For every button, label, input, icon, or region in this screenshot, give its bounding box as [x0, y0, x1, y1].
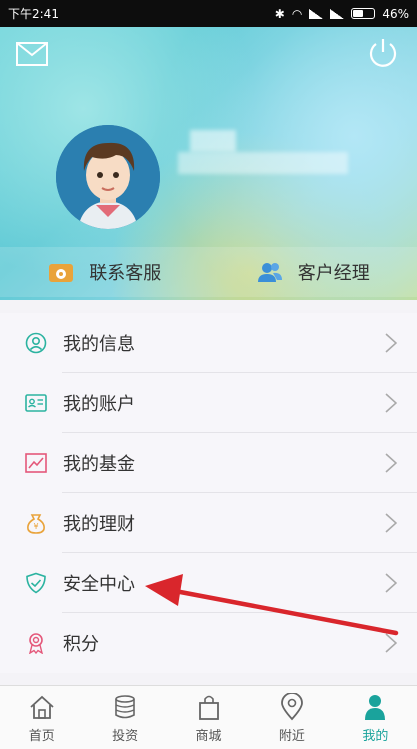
shield-check-icon	[25, 572, 47, 594]
chevron-right-icon	[385, 513, 397, 533]
wifi-icon: ◠	[292, 7, 302, 21]
person-icon	[361, 693, 389, 721]
tab-label: 商城	[196, 725, 222, 744]
menu-item-security-center[interactable]: 安全中心	[0, 553, 417, 613]
profile-header: 联系客服 客户经理	[0, 27, 417, 300]
chevron-right-icon	[385, 453, 397, 473]
money-bag-icon: ¥	[25, 512, 47, 534]
contact-service-label: 联系客服	[89, 259, 161, 285]
power-icon[interactable]	[367, 37, 399, 69]
shopping-bag-icon	[195, 693, 223, 721]
tab-mine[interactable]: 我的	[334, 686, 417, 749]
telephone-icon	[47, 260, 75, 284]
menu-item-label: 我的信息	[63, 330, 135, 356]
menu-item-my-fund[interactable]: 我的基金	[0, 433, 417, 493]
menu-item-label: 我的基金	[63, 450, 135, 476]
users-icon	[256, 260, 284, 284]
status-bar: 下午2:41 ✱ ◠ 46%	[0, 0, 417, 27]
battery-level: 46%	[382, 7, 409, 21]
chevron-right-icon	[385, 573, 397, 593]
menu-item-my-account[interactable]: 我的账户	[0, 373, 417, 433]
home-icon	[28, 693, 56, 721]
menu-item-my-wealth[interactable]: ¥ 我的理财	[0, 493, 417, 553]
tab-label: 首页	[29, 725, 55, 744]
contact-service-button[interactable]: 联系客服	[0, 247, 209, 297]
status-icons: ✱ ◠ 46%	[275, 7, 409, 21]
award-ribbon-icon	[25, 632, 47, 654]
menu-list: 我的信息 我的账户 我的基金 ¥ 我的理财 安全中心	[0, 313, 417, 673]
bottom-tab-bar: 首页 投资 商城 附近 我的	[0, 685, 417, 749]
battery-icon	[351, 8, 375, 19]
id-card-icon	[25, 392, 47, 414]
avatar-illustration	[56, 125, 160, 229]
account-manager-button[interactable]: 客户经理	[209, 247, 417, 297]
mail-icon[interactable]	[16, 42, 48, 66]
user-circle-icon	[25, 332, 47, 354]
menu-item-my-info[interactable]: 我的信息	[0, 313, 417, 373]
coins-icon	[111, 693, 139, 721]
tab-home[interactable]: 首页	[0, 686, 83, 749]
bluetooth-icon: ✱	[275, 7, 285, 21]
svg-text:¥: ¥	[33, 522, 38, 531]
signal-icon	[309, 9, 323, 19]
menu-item-label: 安全中心	[63, 570, 135, 596]
user-phone-masked	[178, 152, 348, 174]
chevron-right-icon	[385, 393, 397, 413]
menu-item-label: 我的账户	[63, 390, 135, 416]
tab-label: 附近	[279, 725, 305, 744]
menu-item-points[interactable]: 积分	[0, 613, 417, 673]
tab-invest[interactable]: 投资	[83, 686, 166, 749]
chevron-right-icon	[385, 333, 397, 353]
status-time: 下午2:41	[8, 5, 59, 22]
chevron-right-icon	[385, 633, 397, 653]
tab-mall[interactable]: 商城	[167, 686, 250, 749]
menu-item-label: 我的理财	[63, 510, 135, 536]
trend-chart-icon	[25, 452, 47, 474]
location-pin-icon	[278, 693, 306, 721]
contact-row: 联系客服 客户经理	[0, 247, 417, 297]
tab-nearby[interactable]: 附近	[250, 686, 333, 749]
tab-label: 投资	[112, 725, 138, 744]
avatar[interactable]	[56, 125, 160, 229]
account-manager-label: 客户经理	[298, 259, 370, 285]
menu-item-label: 积分	[63, 630, 99, 656]
tab-label: 我的	[362, 725, 388, 744]
signal-icon-2	[330, 9, 344, 19]
user-name-masked	[190, 130, 236, 152]
